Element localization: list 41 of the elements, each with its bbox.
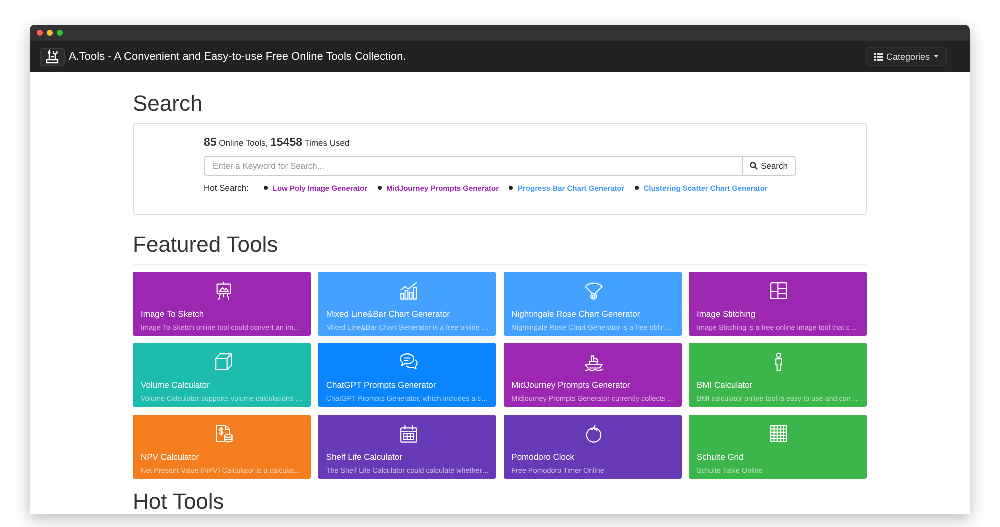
section-heading: Hot Tools: [133, 492, 226, 510]
bullet-icon: [509, 186, 514, 190]
hot-search-label: Hot Search:: [204, 183, 249, 193]
tool-title: Volume Calculator: [141, 379, 210, 391]
tomato-icon: [584, 424, 604, 444]
bullet-icon: [634, 186, 639, 190]
cube-icon: [214, 352, 234, 372]
bar-chart-icon: [398, 280, 419, 300]
minimize-button[interactable]: [47, 30, 53, 36]
tool-title: MidJourney Prompts Generator: [512, 379, 630, 391]
bullet-icon: [378, 186, 382, 190]
tool-title: Image To Sketch: [141, 308, 204, 320]
close-button[interactable]: [37, 30, 43, 36]
chat-bubbles-icon: [398, 352, 419, 372]
tool-title: Image Stitching: [696, 308, 756, 320]
tool-title: Pomodoro Clock: [512, 450, 574, 462]
section-heading: Featured Tools: [133, 230, 280, 258]
tool-title: ChatGPT Prompts Generator: [326, 379, 436, 391]
search-button[interactable]: Search: [742, 156, 796, 176]
calendar-icon: [398, 424, 419, 444]
maximize-button[interactable]: [57, 30, 63, 36]
site-title[interactable]: A.Tools - A Convenient and Easy-to-use Free Online Tools Collection.: [69, 50, 406, 62]
tool-title: Shelf Life Calculator: [326, 450, 402, 462]
tool-title: Schulte Grid: [696, 450, 744, 462]
tool-title: Nightingale Rose Chart Generator: [512, 308, 640, 320]
usage-stats: 85 Online Tools, 15458 Times Used: [204, 137, 351, 149]
section-heading: Search: [133, 90, 204, 118]
dollar-document-icon: [214, 424, 234, 444]
bullet-icon: [264, 186, 268, 190]
panels-icon: [769, 280, 790, 300]
tool-title: BMI Calculator: [696, 379, 753, 391]
grid-icon: [769, 424, 790, 444]
list-icon: [874, 52, 884, 60]
caret-icon: [934, 55, 939, 58]
tool-title: Mixed Line&Bar Chart Generator: [326, 308, 450, 320]
sector-icon: [584, 280, 604, 300]
tool-title: NPV Calculator: [141, 450, 200, 462]
search-icon: [750, 162, 758, 170]
tools-icon[interactable]: [40, 48, 65, 66]
search-field[interactable]: Enter a Keyword for Search...: [204, 156, 742, 176]
categories-button[interactable]: Categories: [866, 47, 947, 66]
